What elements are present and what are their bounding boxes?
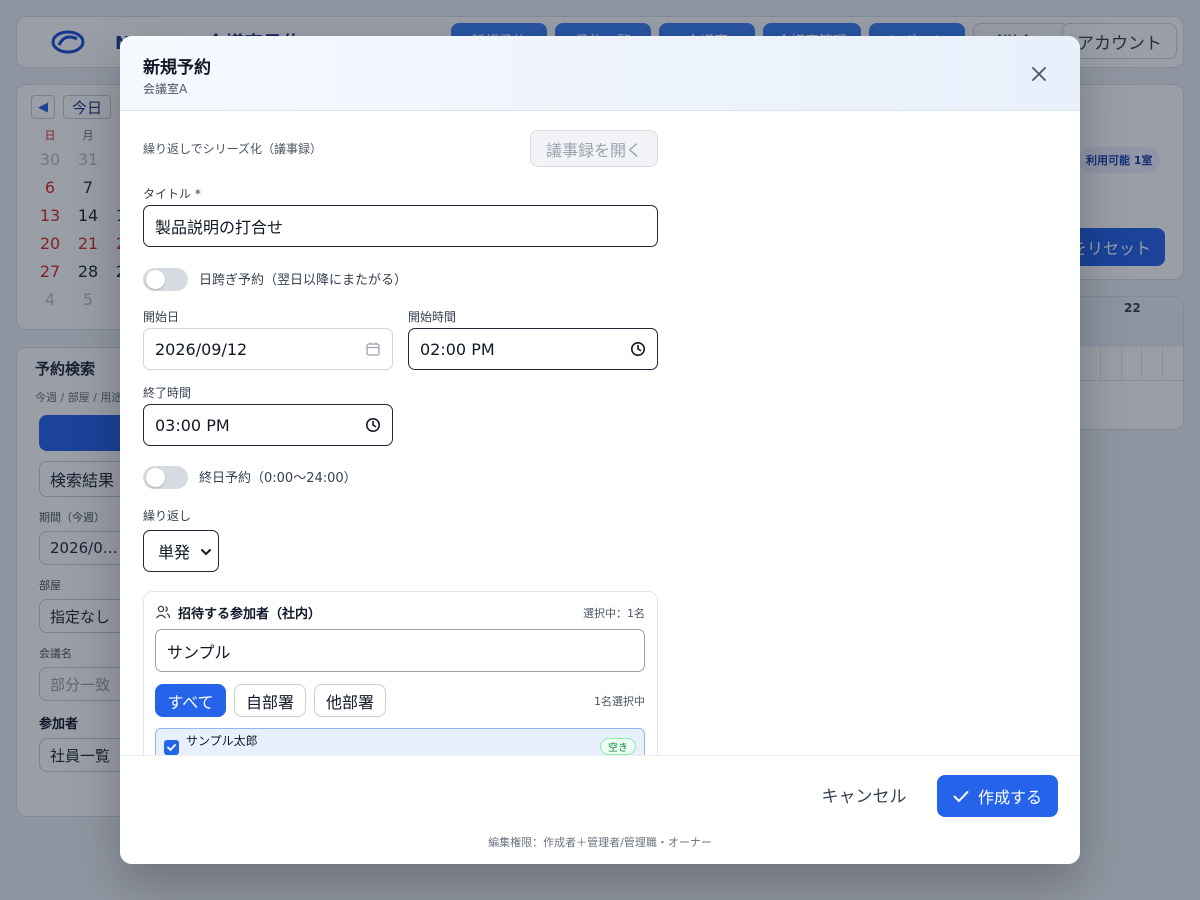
start-time-label: 開始時間	[408, 310, 457, 324]
open-minutes-button[interactable]: 議事録を開く	[530, 130, 658, 167]
attendee-search-input[interactable]: サンプル	[155, 629, 645, 672]
attendee-selected-count: 選択中：1名	[583, 607, 645, 620]
modal-footer: キャンセル 作成する 編集権限：作成者＋管理者/管理職・オーナー	[120, 755, 1080, 864]
title-label: タイトル *	[143, 187, 201, 201]
start-time-value: 02:00 PM	[420, 339, 495, 359]
clock-icon	[631, 342, 645, 356]
filter-all-button[interactable]: すべて	[155, 684, 226, 717]
create-button-label: 作成する	[977, 788, 1042, 807]
start-date-input[interactable]: 2026/09/12	[143, 328, 393, 370]
multi-day-toggle[interactable]	[143, 268, 188, 291]
repeat-select[interactable]: 単発	[143, 530, 219, 572]
close-icon[interactable]	[1026, 61, 1052, 87]
end-time-input[interactable]: 03:00 PM	[143, 404, 393, 446]
multi-day-label: 日跨ぎ予約（翌日以降にまたがる）	[199, 273, 408, 288]
series-note: 繰り返しでシリーズ化（議事録）	[143, 142, 323, 156]
clock-icon	[366, 418, 380, 432]
attendee-name: サンプル太郎	[186, 734, 258, 748]
title-input[interactable]: 製品説明の打合せ	[143, 205, 658, 247]
filter-other-dept-button[interactable]: 他部署	[314, 684, 386, 717]
start-time-input[interactable]: 02:00 PM	[408, 328, 658, 370]
repeat-label: 繰り返し	[143, 509, 192, 523]
permission-note: 編集権限：作成者＋管理者/管理職・オーナー	[488, 836, 712, 849]
modal-body[interactable]: 繰り返しでシリーズ化（議事録） 議事録を開く タイトル * 製品説明の打合せ 日…	[120, 111, 1080, 755]
users-icon	[155, 605, 171, 619]
attendee-panel: 招待する参加者（社内） 選択中：1名 サンプル すべて 自部署 他部署 1名選択…	[143, 591, 658, 755]
create-button[interactable]: 作成する	[937, 775, 1058, 817]
all-day-label: 終日予約（0:00〜24:00）	[199, 471, 357, 486]
chevron-down-icon	[201, 549, 211, 556]
availability-badge: 空き	[600, 738, 636, 755]
attendee-checkbox[interactable]	[164, 740, 179, 755]
new-booking-modal: 新規予約 会議室A 繰り返しでシリーズ化（議事録） 議事録を開く タイトル * …	[120, 36, 1080, 864]
attendee-title: 招待する参加者（社内）	[178, 607, 322, 622]
check-icon	[167, 744, 176, 752]
cancel-button[interactable]: キャンセル	[810, 773, 918, 815]
attendee-count-note: 1名選択中	[594, 695, 645, 708]
calendar-icon	[366, 342, 380, 356]
all-day-toggle[interactable]	[143, 466, 188, 489]
end-time-value: 03:00 PM	[155, 415, 230, 435]
start-date-value: 2026/09/12	[155, 339, 248, 359]
modal-header: 新規予約 会議室A	[120, 36, 1080, 111]
end-time-label: 終了時間	[143, 386, 192, 400]
repeat-value: 単発	[158, 543, 191, 562]
filter-own-dept-button[interactable]: 自部署	[234, 684, 306, 717]
modal-subtitle: 会議室A	[143, 82, 188, 96]
check-icon	[953, 790, 969, 802]
attendee-row[interactable]: サンプル太郎 空き	[155, 728, 645, 755]
modal-title: 新規予約	[143, 58, 211, 78]
start-date-label: 開始日	[143, 310, 180, 324]
